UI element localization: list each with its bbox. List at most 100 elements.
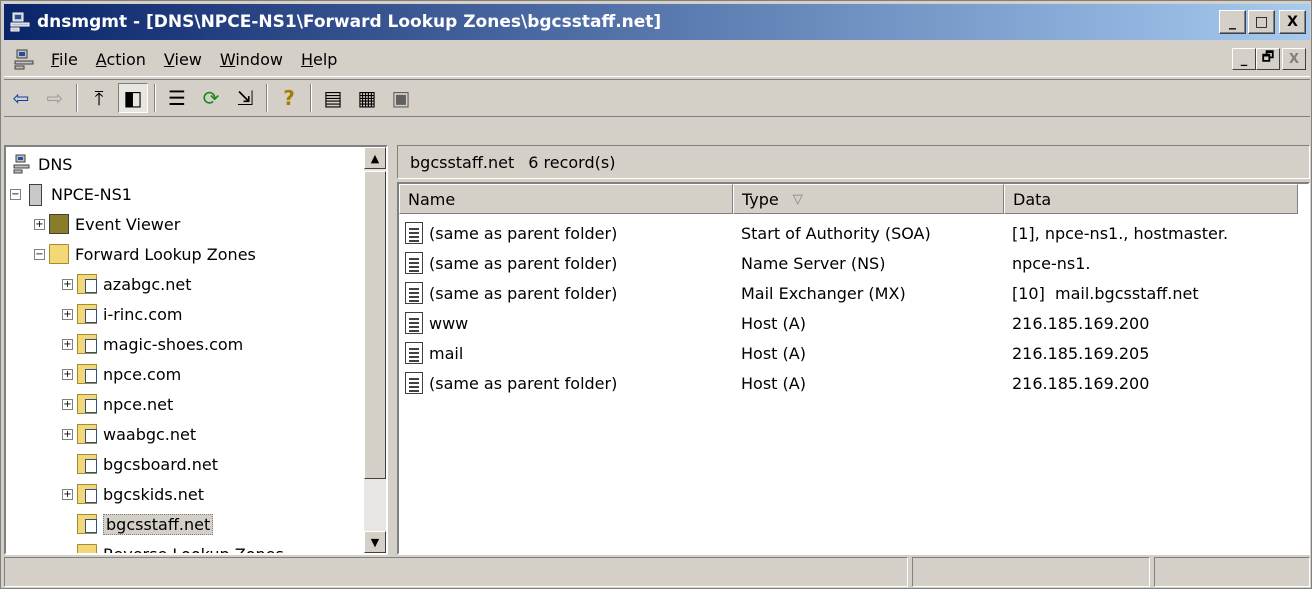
back-icon[interactable]: ⇦ — [6, 83, 36, 113]
table-row[interactable]: mail Host (A) 216.185.169.205 — [399, 338, 1308, 368]
expand-icon[interactable]: + — [62, 308, 73, 320]
expand-icon[interactable]: + — [34, 218, 45, 230]
menu-bar: File Action View Window Help _ 🗗 X — [4, 43, 1310, 77]
record-name: mail — [429, 343, 464, 363]
tree-item-zone[interactable]: + npce.com — [62, 359, 181, 389]
properties-icon[interactable]: ☰ — [162, 83, 192, 113]
forward-icon[interactable]: ⇨ — [40, 83, 70, 113]
column-label: Data — [1013, 189, 1052, 209]
child-restore-button[interactable]: 🗗 — [1256, 48, 1280, 70]
expand-icon[interactable]: + — [62, 368, 73, 380]
event-viewer-icon — [49, 214, 69, 234]
record-name: www — [429, 313, 469, 333]
expand-icon[interactable]: + — [62, 398, 73, 410]
record-name: (same as parent folder) — [429, 283, 618, 303]
record-data: [10] mail.bgcsstaff.net — [1012, 283, 1199, 303]
console-tree[interactable]: DNS − NPCE-NS1 + Event Viewer − Forward … — [4, 145, 388, 555]
expand-icon[interactable]: + — [62, 428, 73, 440]
menu-window[interactable]: Window — [211, 50, 292, 69]
tree-item-zone-selected[interactable]: bgcsstaff.net — [62, 509, 214, 539]
menu-action[interactable]: Action — [87, 50, 155, 69]
tree-label: bgcsboard.net — [103, 454, 218, 474]
tree-label: Forward Lookup Zones — [75, 244, 256, 264]
zone-icon — [77, 454, 97, 474]
collapse-icon[interactable]: − — [10, 188, 21, 200]
table-row[interactable]: (same as parent folder) Mail Exchanger (… — [399, 278, 1308, 308]
tree-scrollbar[interactable]: ▲ ▼ — [364, 147, 386, 553]
system-menu-icon[interactable] — [12, 48, 36, 72]
status-pane-right — [1154, 557, 1310, 587]
zone-icon — [77, 424, 97, 444]
record-icon — [405, 222, 423, 244]
details-header: bgcsstaff.net 6 record(s) — [397, 145, 1310, 179]
table-row[interactable]: (same as parent folder) Start of Authori… — [399, 218, 1308, 248]
scroll-thumb[interactable] — [364, 171, 386, 479]
column-headers: Name Type ▽ Data — [399, 184, 1308, 214]
tree-item-zone[interactable]: + waabgc.net — [62, 419, 196, 449]
collapse-icon[interactable]: − — [34, 248, 45, 260]
tree-label: Event Viewer — [75, 214, 181, 234]
export-list-icon[interactable]: ⇲ — [230, 83, 260, 113]
column-header-type[interactable]: Type ▽ — [733, 184, 1004, 214]
tree-item-reverse-lookup-zones[interactable]: Reverse Lookup Zones — [62, 539, 284, 555]
tree-item-event-viewer[interactable]: + Event Viewer — [34, 209, 180, 239]
record-icon — [405, 342, 423, 364]
records-list[interactable]: Name Type ▽ Data (same as parent folder)… — [397, 182, 1310, 555]
record-count: 6 record(s) — [528, 152, 616, 172]
minimize-button[interactable]: _ — [1219, 10, 1246, 34]
column-header-data[interactable]: Data — [1004, 184, 1298, 214]
child-minimize-button[interactable]: _ — [1232, 48, 1256, 70]
expand-icon[interactable]: + — [62, 488, 73, 500]
help-icon[interactable]: ? — [274, 83, 304, 113]
expand-icon[interactable]: + — [62, 278, 73, 290]
new-record-icon[interactable]: ▤ — [318, 83, 348, 113]
folder-icon — [49, 244, 69, 264]
table-row[interactable]: (same as parent folder) Name Server (NS)… — [399, 248, 1308, 278]
zone-icon — [77, 484, 97, 504]
title-bar[interactable]: dnsmgmt - [DNS\NPCE-NS1\Forward Lookup Z… — [4, 4, 1310, 40]
expand-icon[interactable]: + — [62, 338, 73, 350]
tree-label: magic-shoes.com — [103, 334, 244, 354]
tree-item-forward-lookup-zones[interactable]: − Forward Lookup Zones — [34, 239, 256, 269]
tree-item-dns[interactable]: DNS — [12, 149, 72, 179]
show-hide-tree-icon[interactable]: ◧ — [118, 83, 148, 113]
scroll-up-icon[interactable]: ▲ — [364, 147, 386, 169]
column-label: Name — [408, 189, 456, 209]
details-zone-name: bgcsstaff.net — [410, 152, 515, 172]
tree-label: waabgc.net — [103, 424, 197, 444]
child-close-button[interactable]: X — [1282, 48, 1306, 70]
zone-icon — [77, 364, 97, 384]
menu-file[interactable]: File — [42, 50, 87, 69]
scroll-down-icon[interactable]: ▼ — [364, 531, 386, 553]
zone-icon — [77, 514, 97, 534]
column-header-name[interactable]: Name — [399, 184, 733, 214]
maximize-button[interactable]: □ — [1248, 10, 1275, 34]
tree-item-zone[interactable]: + npce.net — [62, 389, 173, 419]
toolbar-separator — [310, 84, 312, 112]
tree-item-zone[interactable]: + azabgc.net — [62, 269, 191, 299]
table-row[interactable]: www Host (A) 216.185.169.200 — [399, 308, 1308, 338]
tree-item-zone[interactable]: + bgcskids.net — [62, 479, 204, 509]
close-button[interactable]: X — [1279, 10, 1306, 34]
status-pane-main — [4, 557, 908, 587]
tree-item-zone[interactable]: bgcsboard.net — [62, 449, 218, 479]
toolbar: ⇦ ⇨ ⤒ ◧ ☰ ⟳ ⇲ ? ▤ ▦ ▣ — [4, 79, 1310, 117]
new-alias-icon[interactable]: ▣ — [386, 83, 416, 113]
menu-view[interactable]: View — [155, 50, 211, 69]
tree-item-zone[interactable]: + magic-shoes.com — [62, 329, 243, 359]
tree-label: Reverse Lookup Zones — [103, 544, 284, 555]
new-host-icon[interactable]: ▦ — [352, 83, 382, 113]
record-data: [1], npce-ns1., hostmaster. — [1012, 223, 1229, 243]
record-icon — [405, 312, 423, 334]
dns-console-icon — [9, 11, 31, 33]
server-icon — [25, 184, 45, 206]
zone-icon — [77, 304, 97, 324]
up-one-level-icon[interactable]: ⤒ — [84, 83, 114, 113]
refresh-icon[interactable]: ⟳ — [196, 83, 226, 113]
tree-item-zone[interactable]: + i-rinc.com — [62, 299, 182, 329]
table-row[interactable]: (same as parent folder) Host (A) 216.185… — [399, 368, 1308, 398]
menu-help[interactable]: Help — [292, 50, 346, 69]
record-icon — [405, 282, 423, 304]
tree-label: NPCE-NS1 — [51, 184, 132, 204]
tree-item-server[interactable]: − NPCE-NS1 — [10, 179, 132, 209]
